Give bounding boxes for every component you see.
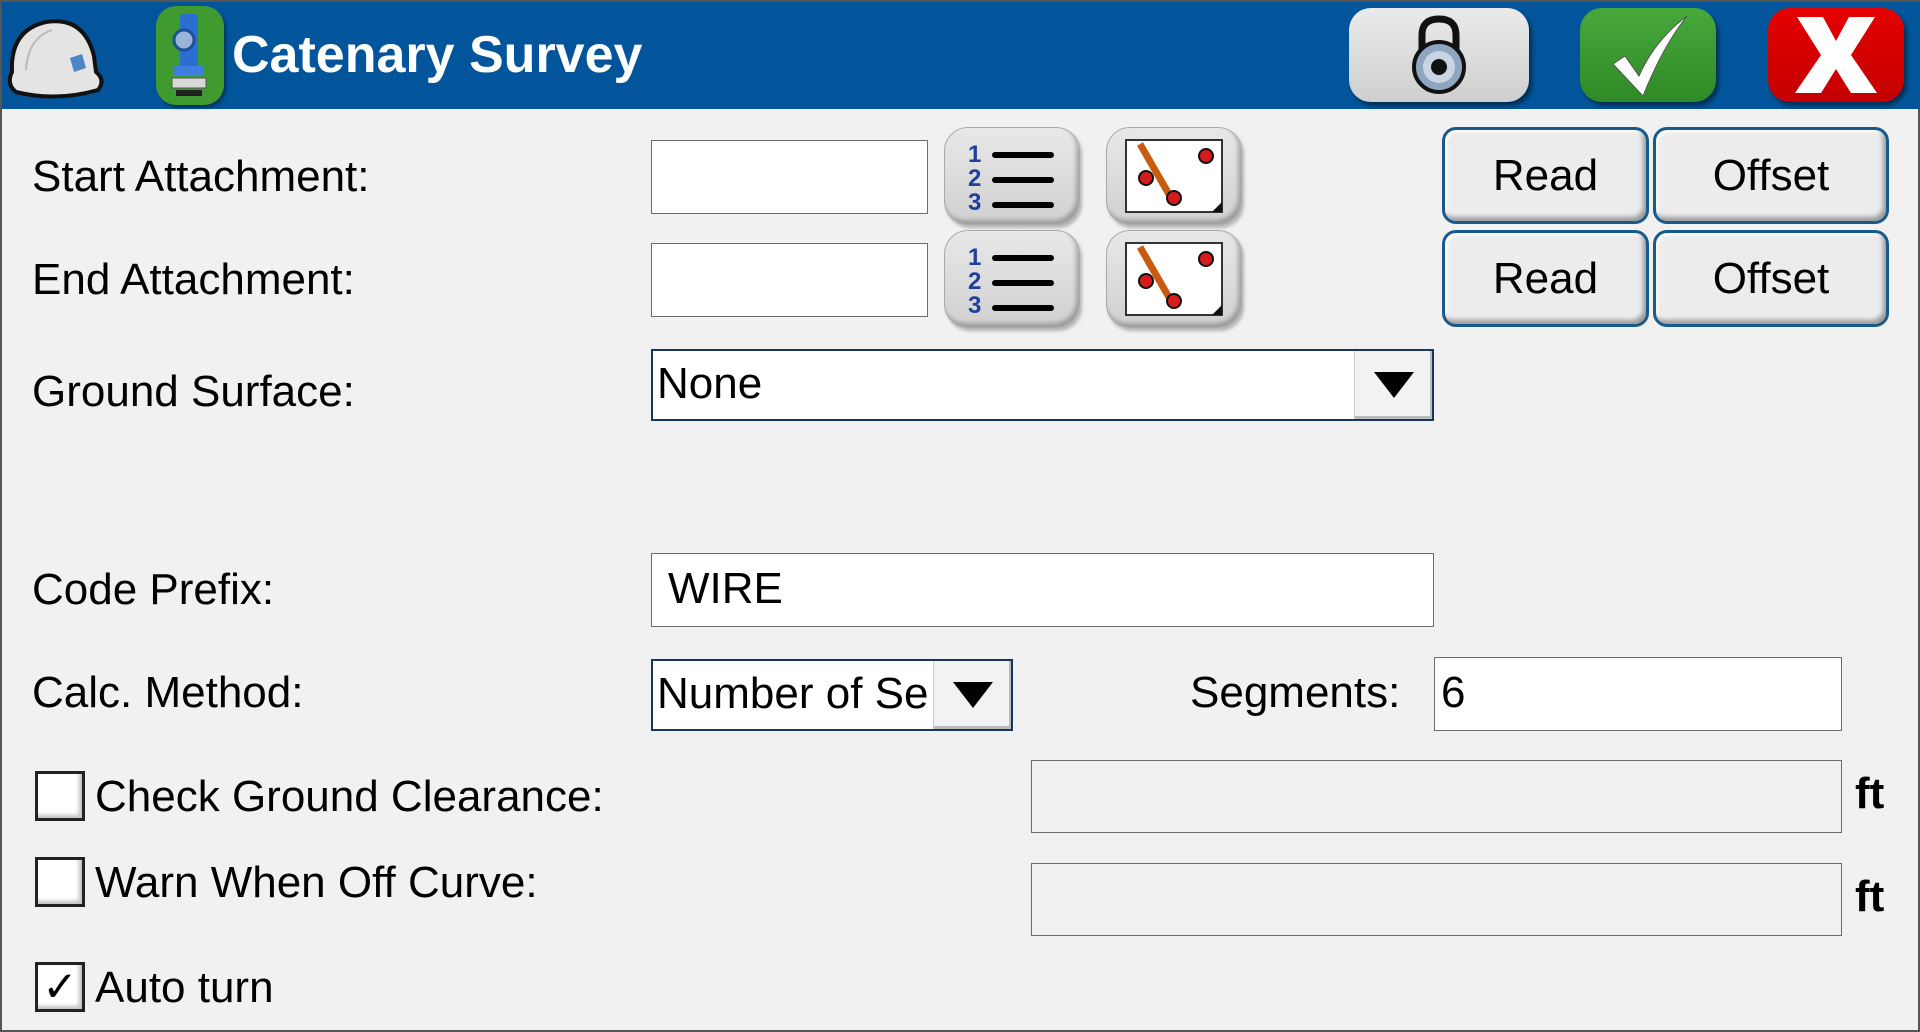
ground-clearance-unit: ft (1855, 769, 1885, 818)
calc-method-value: Number of Se (657, 669, 929, 718)
calc-method-label: Calc. Method: (32, 668, 304, 717)
end-offset-button[interactable]: Offset (1653, 230, 1889, 327)
dropdown-arrow-button[interactable] (1354, 351, 1432, 419)
svg-text:1: 1 (968, 141, 981, 168)
hard-hat-icon[interactable] (6, 10, 108, 100)
off-curve-unit: ft (1855, 872, 1885, 921)
svg-text:2: 2 (968, 268, 981, 295)
end-read-button[interactable]: Read (1442, 230, 1649, 327)
code-prefix-label: Code Prefix: (32, 565, 275, 614)
ground-surface-label: Ground Surface: (32, 367, 355, 416)
start-point-list-button[interactable]: 1 2 3 (944, 127, 1080, 225)
numbered-list-icon: 1 2 3 (968, 244, 1054, 317)
checkmark-icon: ✓ (42, 963, 78, 1010)
off-curve-tolerance-input[interactable] (1031, 863, 1842, 936)
auto-turn-checkbox[interactable]: ✓ (35, 962, 85, 1012)
lock-icon (1412, 15, 1466, 94)
start-attachment-input[interactable] (651, 140, 928, 214)
checkmark-icon (1612, 15, 1688, 97)
accept-button[interactable] (1580, 8, 1716, 102)
ground-surface-value: None (657, 359, 763, 408)
calc-method-dropdown[interactable]: Number of Se (651, 659, 1013, 731)
start-attachment-label: Start Attachment: (32, 152, 370, 201)
warn-off-curve-label: Warn When Off Curve: (95, 858, 538, 907)
page-title: Catenary Survey (232, 26, 643, 84)
cancel-button[interactable] (1768, 8, 1904, 102)
start-read-button[interactable]: Read (1442, 127, 1649, 224)
dropdown-arrow-button[interactable] (933, 661, 1011, 729)
chevron-down-icon (952, 682, 993, 708)
map-pick-icon (1125, 139, 1223, 213)
svg-text:1: 1 (968, 244, 981, 271)
auto-turn-label: Auto turn (95, 963, 274, 1012)
end-attachment-input[interactable] (651, 243, 928, 317)
start-map-pick-button[interactable] (1106, 127, 1242, 225)
segments-label: Segments: (1190, 668, 1401, 717)
check-ground-clearance-label: Check Ground Clearance: (95, 772, 604, 821)
lock-button[interactable] (1349, 8, 1529, 102)
check-ground-clearance-checkbox[interactable] (35, 771, 85, 821)
svg-text:3: 3 (968, 292, 981, 317)
svg-text:2: 2 (968, 165, 981, 192)
numbered-list-icon: 1 2 3 (968, 141, 1054, 214)
start-offset-button[interactable]: Offset (1653, 127, 1889, 224)
title-bar: Catenary Survey (2, 2, 1920, 109)
segments-input[interactable]: 6 (1434, 657, 1842, 731)
code-prefix-input[interactable]: WIRE (651, 553, 1434, 627)
total-station-icon[interactable] (156, 6, 224, 105)
end-map-pick-button[interactable] (1106, 230, 1242, 328)
ground-surface-dropdown[interactable]: None (651, 349, 1434, 421)
warn-off-curve-checkbox[interactable] (35, 857, 85, 907)
chevron-down-icon (1373, 372, 1414, 398)
ground-clearance-input[interactable] (1031, 760, 1842, 833)
end-point-list-button[interactable]: 1 2 3 (944, 230, 1080, 328)
catenary-survey-window: Catenary Survey Start Attachment: 1 2 3 … (0, 0, 1920, 1032)
map-pick-icon (1125, 242, 1223, 316)
close-x-icon (1795, 17, 1877, 93)
end-attachment-label: End Attachment: (32, 255, 355, 304)
svg-text:3: 3 (968, 189, 981, 214)
